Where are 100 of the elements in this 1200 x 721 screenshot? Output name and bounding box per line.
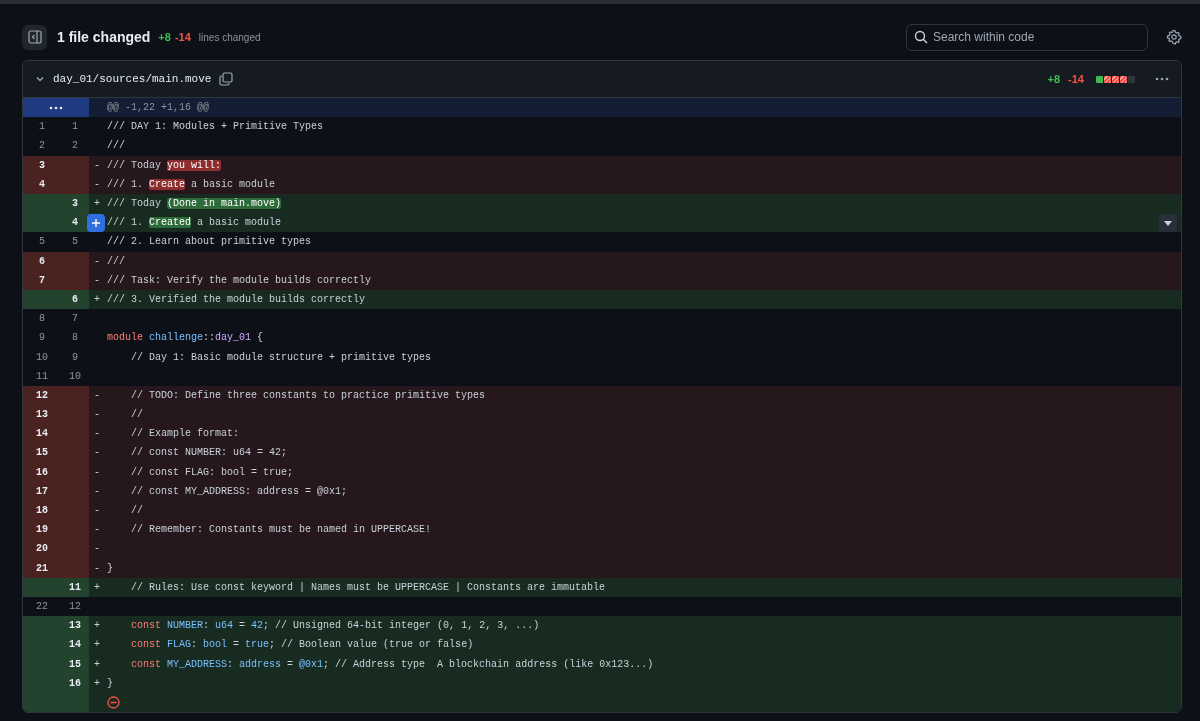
line-number: 1 [38, 120, 46, 135]
diff-marker: + [94, 293, 100, 305]
deletions-count: -14 [1068, 73, 1084, 85]
lines-changed-label: lines changed [198, 31, 261, 43]
files-changed-title: 1 file changed [57, 29, 151, 45]
code-line: // Remember: Constants must be named in UPPERCASE! [130, 524, 432, 536]
diff-marker: + [94, 658, 100, 670]
line-number: 16 [23, 462, 61, 482]
code-line: // Example format: [130, 428, 240, 440]
diff-marker: + [94, 620, 100, 632]
line-number: 12 [68, 599, 82, 614]
code-line: /// 2. Learn about primitive types [107, 236, 312, 248]
gutter-cell [23, 289, 61, 310]
line-number: 1 [71, 120, 79, 135]
code-line: } [107, 562, 113, 574]
line-number: 20 [23, 539, 61, 559]
diff-marker: - [94, 389, 100, 401]
code-line: } [107, 677, 113, 689]
line-number: 19 [23, 520, 61, 540]
line-number: 15 [61, 654, 89, 674]
line-number: 2 [38, 139, 46, 154]
diff-marker: - [94, 178, 100, 190]
code-line: /// Today (Done in main.move) [107, 198, 282, 210]
code-line: /// Task: Verify the module builds correctly [107, 274, 372, 286]
diff-marker: + [94, 677, 100, 689]
diff-marker: + [94, 198, 100, 210]
more-icon[interactable] [1155, 77, 1169, 81]
additions-count: +8 [158, 31, 171, 43]
gutter-cell [23, 577, 61, 597]
line-number: 21 [23, 558, 61, 578]
expand-button[interactable] [1159, 214, 1177, 233]
line-number: 5 [38, 235, 46, 250]
line-number: 9 [38, 331, 46, 346]
caret-icon [1164, 220, 1172, 226]
line-number: 18 [23, 500, 61, 521]
diff-marker: - [94, 485, 100, 497]
line-number: 10 [68, 369, 82, 384]
line-number: 13 [61, 616, 89, 636]
code-line: /// Today you will: [107, 159, 222, 171]
code-line: module challenge::day_01 { [107, 332, 264, 344]
search-field[interactable]: Search within code [906, 23, 1148, 51]
diff-marker: - [94, 255, 100, 267]
line-number: 7 [71, 312, 79, 327]
diff-marker: - [94, 447, 100, 459]
ellipsis-icon [49, 105, 63, 110]
line-number: 4 [61, 213, 89, 233]
diff-marker: - [94, 562, 100, 574]
settings-icon[interactable] [1166, 29, 1182, 45]
deletions-count: -14 [174, 31, 191, 43]
line-number: 22 [35, 599, 49, 614]
line-number: 6 [23, 251, 61, 271]
line-number: 5 [71, 235, 79, 250]
sidebar-icon [27, 30, 42, 44]
code-line: /// 3. Verified the module builds correctly [107, 293, 366, 305]
diff-marker: - [94, 274, 100, 286]
code-line: // const NUMBER: u64 = 42; [130, 447, 288, 459]
line-number: 16 [61, 673, 89, 693]
diff-marker: - [94, 466, 100, 478]
code-line: // [130, 505, 143, 517]
code-line: /// 1. Create a basic module [107, 178, 276, 190]
code-line: // TODO: Define three constants to practice primitive types [130, 389, 486, 401]
diff-marker: + [94, 639, 100, 651]
plus-icon [91, 217, 101, 228]
code-line: const NUMBER: u64 = 42; // Unsigned 64-bit integer (0, 1, 2, 3, ...) [130, 620, 540, 632]
diff-marker: - [94, 543, 100, 555]
line-number: 13 [23, 405, 61, 425]
code-line: /// [107, 255, 125, 267]
minus-circle-icon[interactable] [107, 695, 120, 709]
add-comment-button[interactable] [87, 213, 105, 232]
code-line: // Day 1: Basic module structure + primitive types [130, 351, 432, 363]
line-number: 11 [61, 577, 89, 597]
line-number: 8 [71, 331, 79, 346]
code-line: /// DAY 1: Modules + Primitive Types [107, 121, 324, 133]
line-number: 7 [23, 270, 61, 290]
diff-marker: - [94, 505, 100, 517]
line-number: 10 [35, 350, 49, 365]
code-line: @@ -1,22 +1,16 @@ [107, 102, 210, 114]
line-number: 15 [23, 443, 61, 463]
line-number: 12 [23, 385, 61, 405]
line-number: 3 [61, 193, 89, 214]
code-line: // Rules: Use const keyword | Names must be UPPERCASE | Constants are immutable [130, 581, 606, 593]
code-line: // const MY_ADDRESS: address = @0x1; [130, 485, 348, 497]
copy-icon[interactable] [219, 72, 234, 86]
diff-marker: - [94, 409, 100, 421]
code-line: // [130, 409, 143, 421]
line-number: 6 [61, 289, 89, 310]
diff-marker: + [94, 581, 100, 593]
chevron-down-icon[interactable] [35, 74, 45, 84]
line-number: 14 [61, 635, 89, 655]
code-line: /// 1. Created a basic module [107, 217, 282, 229]
line-number: 8 [38, 312, 46, 327]
line-number: 11 [35, 369, 49, 384]
line-number: 14 [23, 424, 61, 444]
diff-marker: - [94, 428, 100, 440]
code-line: const FLAG: bool = true; // Boolean value (true or false) [130, 639, 474, 651]
code-line: /// [107, 140, 125, 152]
search-icon [914, 29, 928, 44]
line-number: 9 [71, 350, 79, 365]
code-line: // const FLAG: bool = true; [130, 466, 294, 478]
sidebar-toggle-button[interactable] [22, 24, 47, 50]
